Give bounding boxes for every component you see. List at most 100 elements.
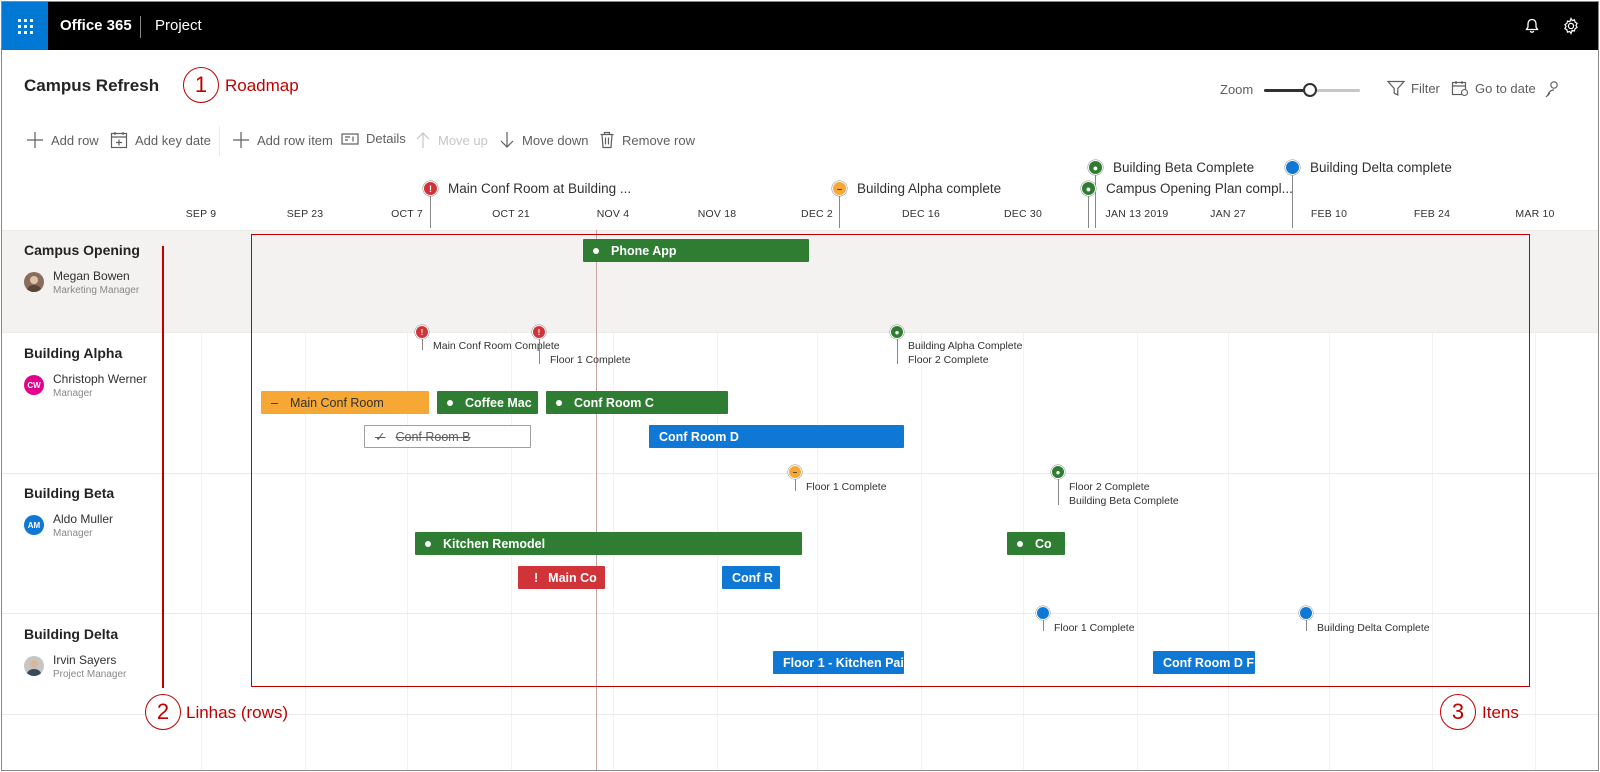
milestone-label[interactable]: Floor 2 Complete <box>1069 480 1150 494</box>
milestone-label[interactable]: Floor 1 Complete <box>550 353 631 367</box>
key-date-label[interactable]: Building Beta Complete <box>1113 160 1254 175</box>
alert-milestone-icon[interactable]: ! <box>415 325 429 339</box>
gear-icon[interactable] <box>1562 17 1580 35</box>
row-title[interactable]: Building Delta <box>24 626 118 642</box>
key-date-label[interactable]: Building Alpha complete <box>857 181 1001 196</box>
owner-role: Manager <box>53 528 93 539</box>
bell-icon[interactable] <box>1524 18 1540 34</box>
key-date-label[interactable]: Building Delta complete <box>1310 160 1452 175</box>
owner-name: Christoph Werner <box>53 372 147 386</box>
complete-milestone-icon[interactable]: ● <box>1051 465 1065 479</box>
move-up-button[interactable]: Move up <box>415 131 488 149</box>
roadmap-item-bar[interactable]: Coffee Mac <box>437 391 538 414</box>
date-label: MAR 10 <box>1515 208 1555 220</box>
owner-name: Megan Bowen <box>53 269 130 283</box>
date-label: SEP 9 <box>185 208 217 220</box>
key-date-stem <box>839 192 840 228</box>
milestone-label[interactable]: Floor 1 Complete <box>1054 621 1135 635</box>
zoom-label: Zoom <box>1220 82 1254 97</box>
milestone-label[interactable]: Building Delta Complete <box>1317 621 1430 635</box>
move-down-button[interactable]: Move down <box>499 131 588 149</box>
row-title[interactable]: Building Beta <box>24 485 114 501</box>
status-dot-icon <box>447 399 453 406</box>
item-label: Conf Room D F <box>1163 655 1254 670</box>
trash-icon <box>600 131 614 149</box>
date-label: JAN 13 2019 <box>1105 208 1169 220</box>
alert-key-date-icon[interactable]: ! <box>423 181 438 196</box>
roadmap-item-bar[interactable]: – Main Conf Room <box>261 391 429 414</box>
not-started-milestone-icon[interactable] <box>1299 606 1313 620</box>
filter-button[interactable]: Filter <box>1387 80 1440 97</box>
callout-label: Linhas (rows) <box>186 703 289 722</box>
alert-milestone-icon[interactable]: ! <box>532 325 546 339</box>
remove-row-button[interactable]: Remove row <box>599 131 695 149</box>
status-dot-icon <box>556 399 562 406</box>
zoom-slider[interactable] <box>1264 83 1360 97</box>
not-started-milestone-icon[interactable] <box>1036 606 1050 620</box>
zoom-slider-thumb[interactable] <box>1303 83 1318 97</box>
go-to-date-button[interactable]: Go to date <box>1451 80 1536 97</box>
office-brand[interactable]: Office 365 <box>60 17 132 34</box>
key-date-label[interactable]: Campus Opening Plan compl... <box>1106 181 1293 196</box>
complete-milestone-icon[interactable]: ● <box>890 325 904 339</box>
roadmap-item-bar[interactable]: Conf Room D <box>649 425 904 448</box>
details-label: Details <box>366 131 406 146</box>
date-label: DEC 16 <box>902 208 940 220</box>
avatar: AM <box>24 515 44 535</box>
row-title[interactable]: Campus Opening <box>24 242 140 258</box>
add-key-date-button[interactable]: Add key date <box>110 131 211 149</box>
roadmap-item-bar[interactable]: Conf Room C <box>546 391 728 414</box>
in-progress-key-date-icon[interactable]: – <box>832 181 847 196</box>
item-label: Conf Room C <box>574 395 654 410</box>
milestone-label[interactable]: Building Alpha Complete <box>908 339 1022 353</box>
item-label: Coffee Mac <box>465 395 532 410</box>
roadmap-item-bar[interactable]: ✓ Conf Room B <box>364 425 531 448</box>
row-owner[interactable]: Irvin Sayers Project Manager <box>24 653 126 682</box>
roadmap-item-bar[interactable]: Conf Room D F <box>1153 651 1255 674</box>
row-owner[interactable]: Megan Bowen Marketing Manager <box>24 269 139 298</box>
date-label: OCT 7 <box>391 208 423 220</box>
in-progress-milestone-icon[interactable]: – <box>788 465 802 479</box>
roadmap-item-bar[interactable]: Floor 1 - Kitchen Pai <box>773 651 904 674</box>
calendar-add-icon <box>110 132 128 149</box>
milestone-label[interactable]: Floor 2 Complete <box>908 353 989 367</box>
roadmap-item-bar[interactable]: Phone App <box>583 239 809 262</box>
not-started-key-date-icon[interactable] <box>1285 160 1300 175</box>
key-date-stem <box>430 192 431 228</box>
date-label: DEC 30 <box>1004 208 1042 220</box>
item-label: Floor 1 - Kitchen Pai <box>783 655 904 670</box>
row-building-alpha[interactable] <box>2 332 1598 473</box>
item-label: Conf R <box>732 570 773 585</box>
complete-key-date-icon[interactable]: ● <box>1081 181 1096 196</box>
row-owner[interactable]: AM Aldo Muller Manager <box>24 512 113 541</box>
milestone-label[interactable]: Floor 1 Complete <box>806 480 887 494</box>
arrow-up-icon <box>416 132 430 148</box>
app-frame: Office 365 Project Campus Refresh 1 Road… <box>1 1 1599 771</box>
toolbar-divider <box>219 126 220 156</box>
alert-icon: ! <box>534 570 539 585</box>
milestone-label[interactable]: Building Beta Complete <box>1069 494 1179 508</box>
add-row-item-button[interactable]: Add row item <box>232 131 333 149</box>
date-label: NOV 18 <box>697 208 737 220</box>
row-title[interactable]: Building Alpha <box>24 345 122 361</box>
milestone-label[interactable]: Main Conf Room Complete <box>433 339 560 353</box>
roadmap-item-bar[interactable]: Conf R <box>722 566 780 589</box>
date-label: JAN 27 <box>1210 208 1246 220</box>
add-key-date-label: Add key date <box>135 132 211 148</box>
item-label: Main Co <box>548 570 597 585</box>
roadmap-item-bar[interactable]: Kitchen Remodel <box>415 532 802 555</box>
date-label: NOV 4 <box>596 208 630 220</box>
roadmap-item-bar[interactable]: Co <box>1007 532 1065 555</box>
move-down-label: Move down <box>522 132 589 148</box>
app-name[interactable]: Project <box>155 17 202 34</box>
app-launcher-icon[interactable] <box>2 2 48 50</box>
people-icon[interactable] <box>1544 80 1562 98</box>
add-row-button[interactable]: Add row <box>26 131 99 149</box>
roadmap-item-bar[interactable]: ! Main Co <box>518 566 605 589</box>
key-date-label[interactable]: Main Conf Room at Building ... <box>448 181 631 196</box>
details-button[interactable]: Details <box>341 131 406 146</box>
row-owner[interactable]: CW Christoph Werner Manager <box>24 372 147 401</box>
today-marker-line <box>596 230 597 770</box>
complete-key-date-icon[interactable]: ● <box>1088 160 1103 175</box>
status-dot-icon <box>593 247 599 254</box>
